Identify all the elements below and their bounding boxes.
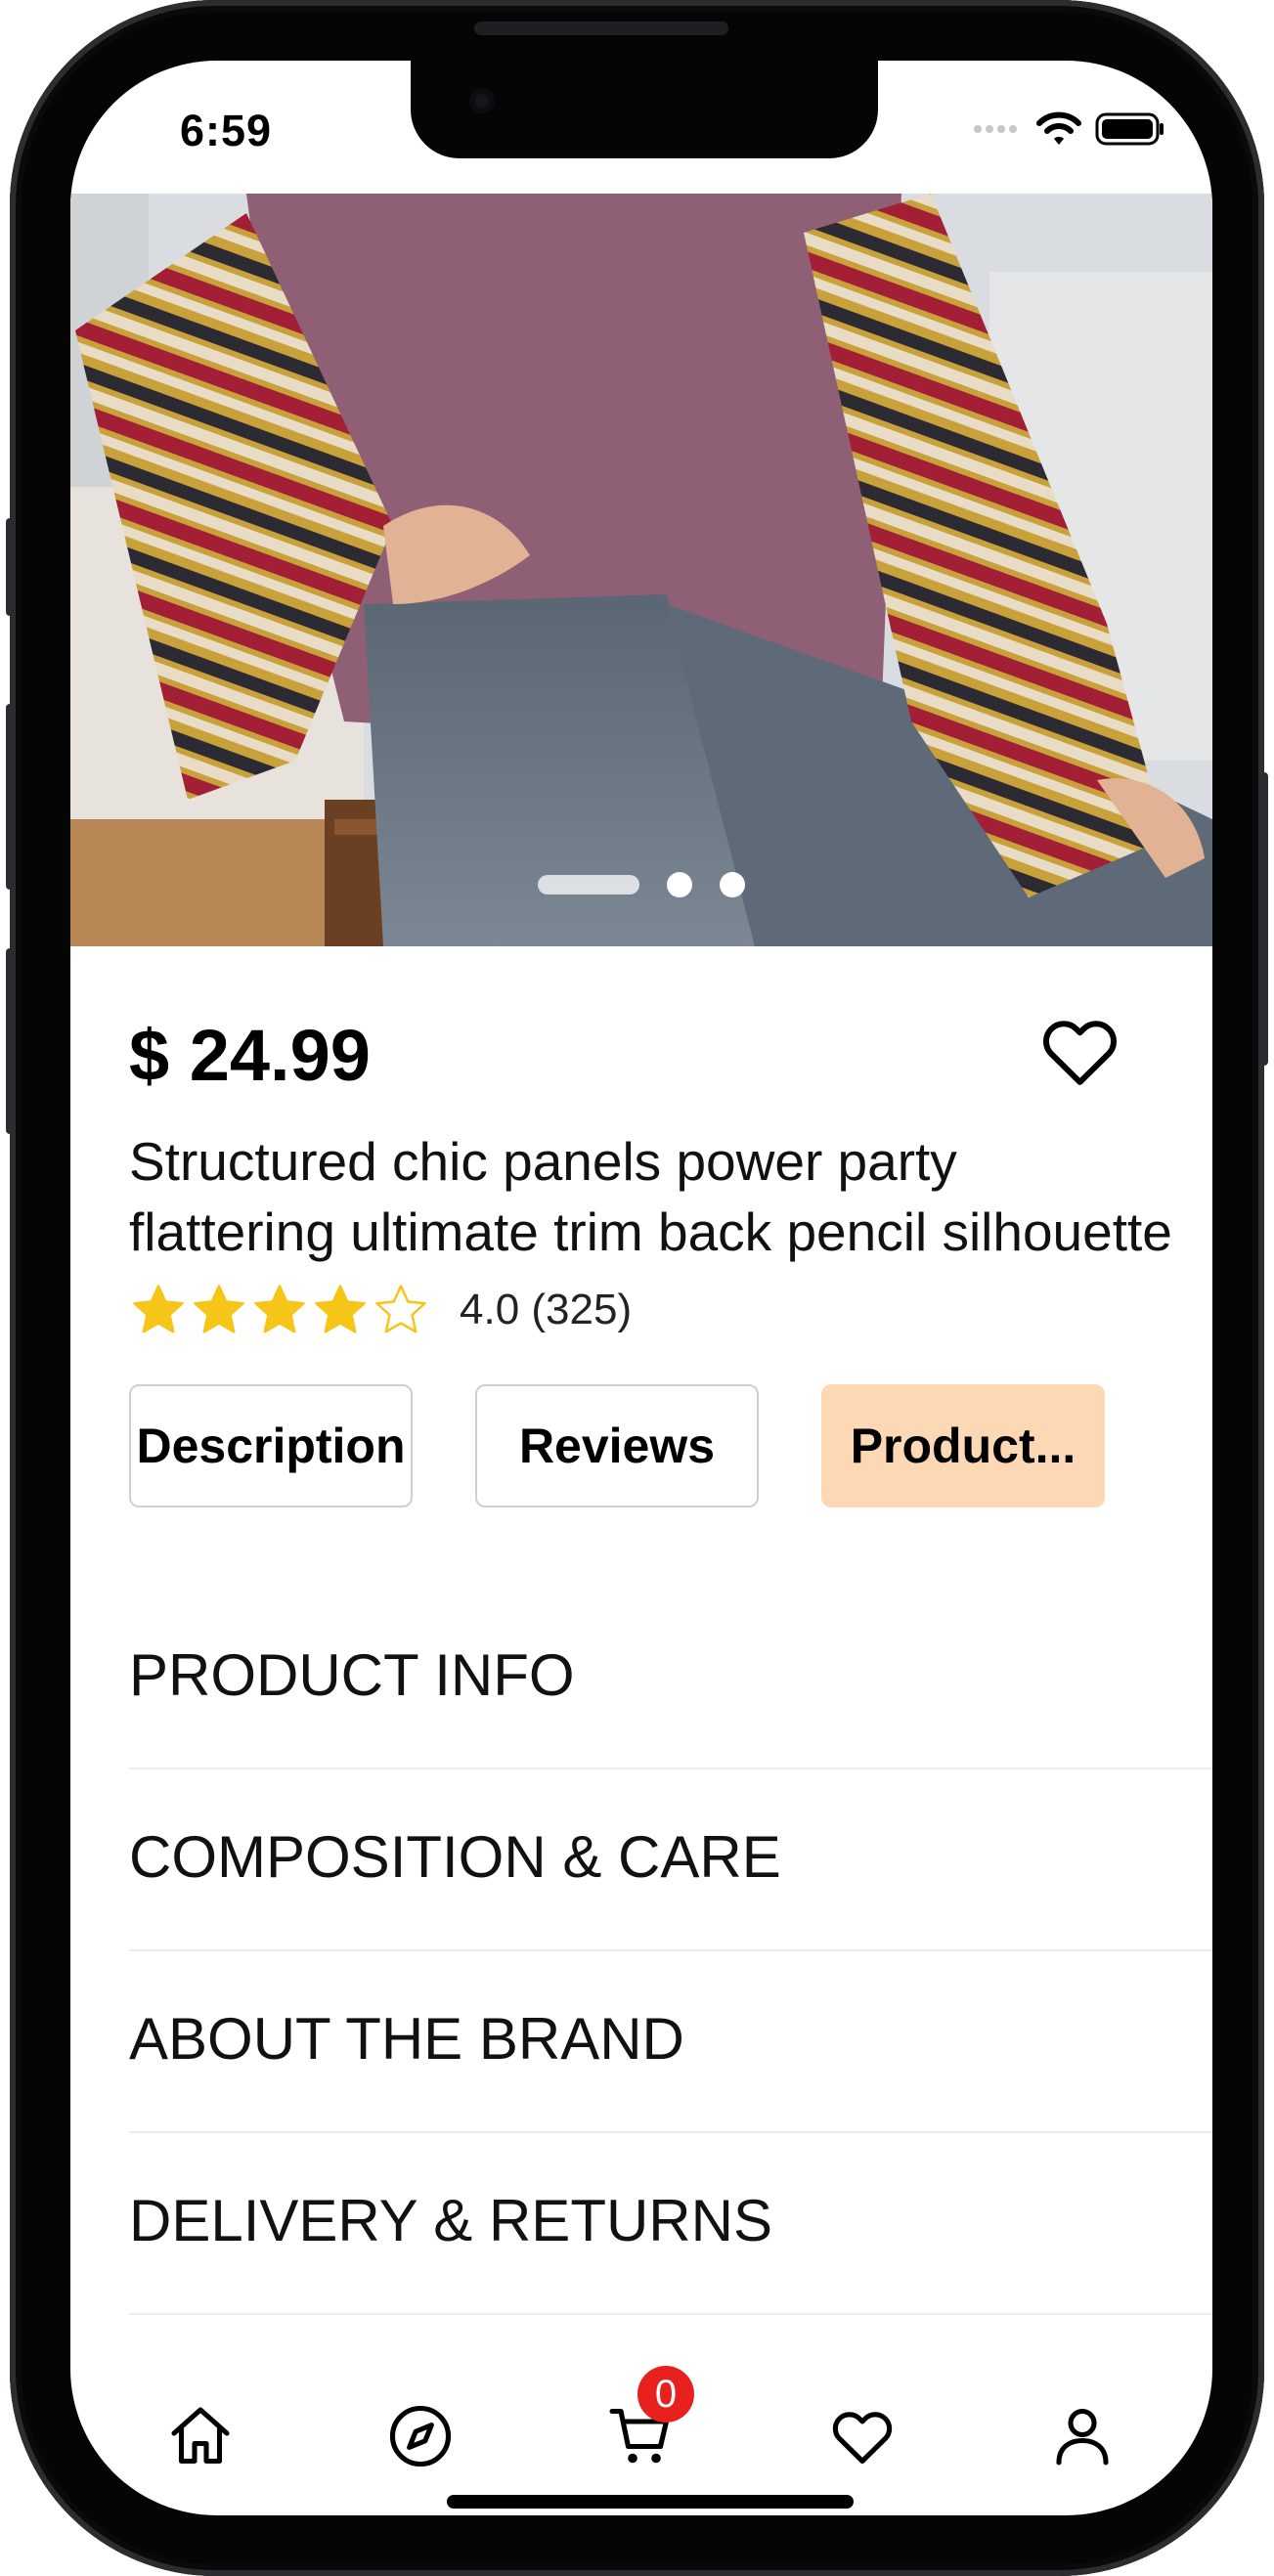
favorite-button[interactable] bbox=[1033, 1007, 1126, 1095]
side-button bbox=[1260, 772, 1268, 1066]
star-empty-icon bbox=[375, 1285, 426, 1333]
star-filled-icon bbox=[133, 1285, 184, 1333]
section-product-info[interactable]: PRODUCT INFO bbox=[129, 1588, 1212, 1769]
bottom-tab-bar: 0 bbox=[70, 2348, 1212, 2495]
product-title-line: flattering ultimate trim back pencil sil… bbox=[129, 1201, 1172, 1262]
carousel-pager bbox=[70, 872, 1212, 897]
tab-cart[interactable]: 0 bbox=[593, 2366, 694, 2485]
tab-home[interactable] bbox=[152, 2387, 249, 2485]
section-delivery-returns[interactable]: DELIVERY & RETURNS bbox=[129, 2133, 1212, 2315]
pager-dot[interactable] bbox=[720, 872, 745, 897]
section-composition-care[interactable]: COMPOSITION & CARE bbox=[129, 1769, 1212, 1951]
heart-icon bbox=[1042, 1021, 1118, 1085]
pager-dot-active[interactable] bbox=[538, 875, 639, 895]
earpiece-speaker bbox=[474, 22, 728, 35]
star-filled-icon bbox=[194, 1285, 244, 1333]
tab-product[interactable]: Product... bbox=[821, 1384, 1105, 1507]
pager-dot[interactable] bbox=[667, 872, 692, 897]
compass-icon bbox=[390, 2405, 452, 2467]
side-button bbox=[6, 948, 14, 1134]
status-time: 6:59 bbox=[180, 106, 273, 155]
heart-icon bbox=[832, 2412, 892, 2465]
battery-icon bbox=[1095, 112, 1164, 146]
tab-wishlist[interactable] bbox=[813, 2387, 911, 2485]
product-title-line: Structured chic panels power party bbox=[129, 1131, 957, 1192]
notch bbox=[411, 61, 878, 158]
wifi-icon bbox=[1036, 111, 1081, 145]
star-rating bbox=[129, 1281, 430, 1339]
section-about-brand[interactable]: ABOUT THE BRAND bbox=[129, 1951, 1212, 2133]
product-photo bbox=[70, 194, 1212, 946]
profile-icon bbox=[1056, 2408, 1109, 2466]
product-image-carousel[interactable] bbox=[70, 194, 1212, 946]
rating-row[interactable]: 4.0 (325) bbox=[129, 1281, 632, 1339]
camera bbox=[469, 88, 495, 113]
home-icon bbox=[171, 2407, 230, 2465]
cellular-signal-icon bbox=[974, 125, 1017, 133]
product-price: $ 24.99 bbox=[129, 1015, 371, 1096]
screen: 6:59 $ 24.99 Structured chic panels powe… bbox=[70, 61, 1212, 2515]
star-filled-icon bbox=[315, 1285, 366, 1333]
side-button bbox=[6, 704, 14, 890]
status-icons bbox=[972, 111, 1165, 147]
info-sections: PRODUCT INFO COMPOSITION & CARE ABOUT TH… bbox=[129, 1588, 1212, 2315]
rating-text: 4.0 (325) bbox=[460, 1286, 633, 1333]
product-title: Structured chic panels power party flatt… bbox=[129, 1126, 1185, 1267]
tab-explore[interactable] bbox=[372, 2387, 469, 2485]
tab-reviews[interactable]: Reviews bbox=[475, 1384, 759, 1507]
tab-profile[interactable] bbox=[1033, 2387, 1131, 2485]
product-tabs: Description Reviews Product... bbox=[129, 1384, 1105, 1507]
tab-description[interactable]: Description bbox=[129, 1384, 413, 1507]
phone-frame: 6:59 $ 24.99 Structured chic panels powe… bbox=[6, 0, 1268, 2576]
cart-badge: 0 bbox=[637, 2366, 694, 2423]
star-filled-icon bbox=[254, 1285, 305, 1333]
home-indicator bbox=[447, 2495, 854, 2509]
side-button bbox=[6, 518, 14, 616]
